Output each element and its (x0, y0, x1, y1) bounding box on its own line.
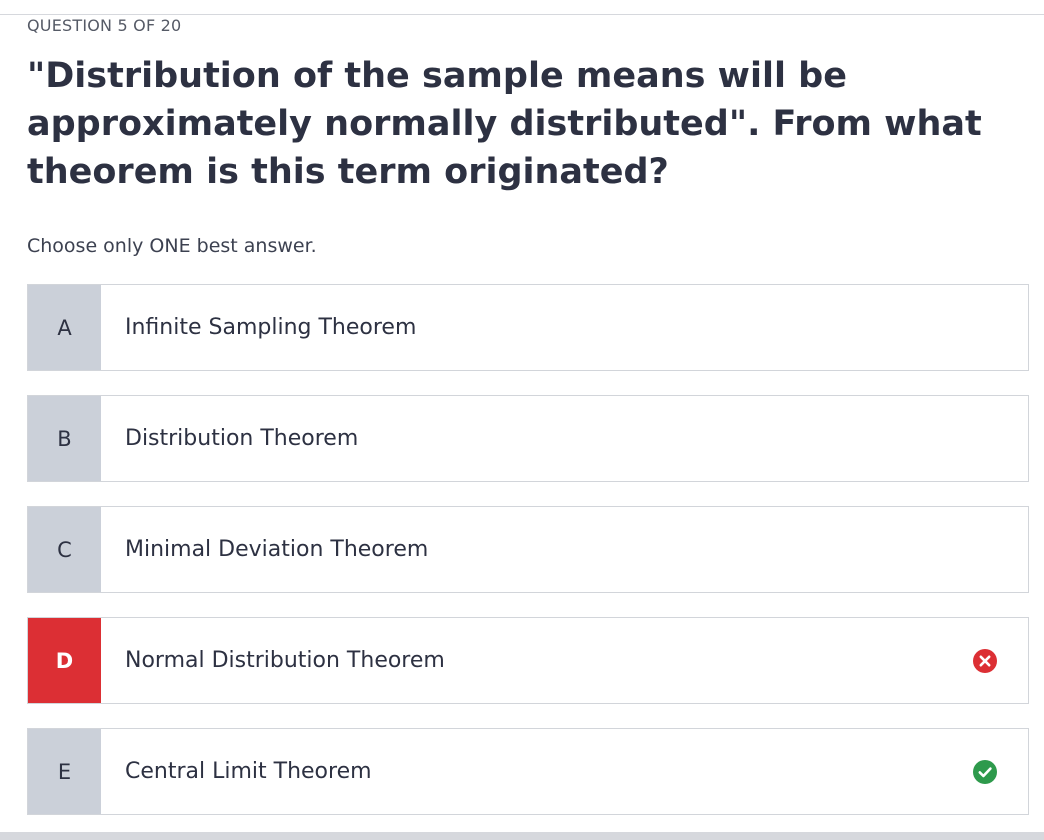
option-text: Central Limit Theorem (125, 759, 372, 784)
check-circle-icon (973, 759, 997, 784)
option-text: Infinite Sampling Theorem (125, 315, 417, 340)
bottom-bar (0, 832, 1044, 840)
option-letter: C (28, 507, 101, 592)
option-c[interactable]: C Minimal Deviation Theorem (27, 506, 1029, 593)
x-circle-icon (973, 648, 997, 673)
option-letter: A (28, 285, 101, 370)
option-letter: E (28, 729, 101, 814)
option-letter: B (28, 396, 101, 481)
answer-instruction: Choose only ONE best answer. (27, 235, 317, 257)
option-letter: D (28, 618, 101, 703)
option-e[interactable]: E Central Limit Theorem (27, 728, 1029, 815)
quiz-question-panel: QUESTION 5 OF 20 "Distribution of the sa… (27, 14, 1029, 839)
option-b[interactable]: B Distribution Theorem (27, 395, 1029, 482)
option-text: Distribution Theorem (125, 426, 359, 451)
option-text: Minimal Deviation Theorem (125, 537, 429, 562)
option-d[interactable]: D Normal Distribution Theorem (27, 617, 1029, 704)
answer-options: A Infinite Sampling Theorem B Distributi… (27, 284, 1029, 815)
option-a[interactable]: A Infinite Sampling Theorem (27, 284, 1029, 371)
question-text: "Distribution of the sample means will b… (27, 56, 982, 192)
option-text: Normal Distribution Theorem (125, 648, 445, 673)
question-counter: QUESTION 5 OF 20 (27, 16, 182, 35)
